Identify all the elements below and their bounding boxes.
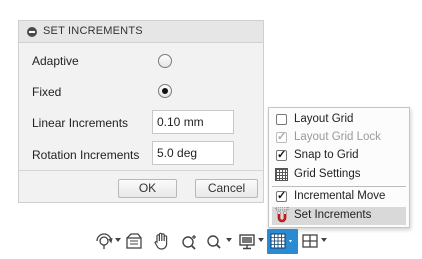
chevron-down-icon[interactable] bbox=[226, 238, 232, 242]
chevron-down-icon[interactable] bbox=[258, 238, 264, 242]
dialog-title: SET INCREMENTS bbox=[43, 25, 143, 37]
linear-increments-input[interactable]: 0.10 mm bbox=[152, 110, 234, 134]
dialog-divider bbox=[19, 170, 263, 171]
linear-increments-label: Linear Increments bbox=[32, 116, 129, 130]
menu-separator bbox=[272, 186, 406, 187]
layout-grid-lock-checkbox: ✓ bbox=[276, 131, 287, 143]
zoom-window-tool[interactable] bbox=[180, 230, 200, 252]
fixed-radio[interactable] bbox=[158, 84, 172, 98]
display-settings-tool[interactable] bbox=[237, 230, 257, 252]
pan-tool[interactable] bbox=[152, 230, 172, 252]
collapse-icon[interactable] bbox=[27, 27, 37, 37]
magnet-icon bbox=[275, 207, 289, 223]
adaptive-label: Adaptive bbox=[32, 54, 79, 68]
menu-item-incremental-move[interactable]: ✓ Incremental Move bbox=[272, 188, 406, 206]
menu-item-label: Layout Grid bbox=[294, 113, 354, 125]
viewports-icon bbox=[302, 234, 318, 248]
grid-snaps-menu: Layout Grid ✓ Layout Grid Lock ✓ Snap to… bbox=[268, 107, 410, 228]
viewports-tool[interactable] bbox=[301, 230, 319, 252]
dialog-header[interactable]: SET INCREMENTS bbox=[19, 21, 263, 43]
zoom-icon bbox=[207, 235, 221, 249]
orbit-tool[interactable] bbox=[95, 230, 113, 252]
menu-item-layout-grid-lock: ✓ Layout Grid Lock bbox=[272, 129, 406, 147]
look-at-tool[interactable] bbox=[124, 230, 144, 252]
menu-item-label: Set Increments bbox=[294, 209, 372, 221]
menu-item-label: Grid Settings bbox=[294, 168, 361, 180]
incremental-move-checkbox[interactable]: ✓ bbox=[276, 191, 287, 202]
menu-item-set-increments[interactable]: Set Increments bbox=[272, 207, 406, 225]
menu-item-label: Incremental Move bbox=[294, 190, 386, 202]
grid-snaps-button[interactable] bbox=[267, 229, 298, 254]
layout-grid-checkbox[interactable] bbox=[276, 114, 287, 125]
grid-icon bbox=[275, 168, 288, 181]
menu-item-label: Snap to Grid bbox=[294, 149, 359, 161]
adaptive-radio[interactable] bbox=[158, 54, 172, 68]
menu-item-snap-to-grid[interactable]: ✓ Snap to Grid bbox=[272, 147, 406, 165]
rotation-increments-label: Rotation Increments bbox=[32, 148, 140, 162]
menu-item-grid-settings[interactable]: Grid Settings bbox=[272, 166, 406, 184]
zoom-tool[interactable] bbox=[205, 230, 223, 252]
snap-to-grid-checkbox[interactable]: ✓ bbox=[276, 150, 287, 161]
chevron-down-icon[interactable] bbox=[115, 238, 121, 242]
chevron-down-icon[interactable] bbox=[321, 238, 327, 242]
pan-hand-icon bbox=[154, 232, 168, 250]
zoom-window-icon bbox=[182, 235, 196, 250]
look-at-icon bbox=[126, 233, 142, 249]
menu-item-label: Layout Grid Lock bbox=[294, 131, 381, 143]
ok-button[interactable]: OK bbox=[118, 179, 177, 198]
fixed-label: Fixed bbox=[32, 85, 62, 99]
orbit-icon bbox=[96, 233, 113, 249]
set-increments-dialog: SET INCREMENTS Adaptive Fixed Linear Inc… bbox=[18, 20, 264, 203]
grid-snaps-icon bbox=[270, 233, 292, 249]
menu-item-layout-grid[interactable]: Layout Grid bbox=[272, 111, 406, 129]
cancel-button[interactable]: Cancel bbox=[195, 179, 258, 198]
rotation-increments-input[interactable]: 5.0 deg bbox=[152, 141, 234, 165]
display-settings-icon bbox=[239, 234, 255, 250]
